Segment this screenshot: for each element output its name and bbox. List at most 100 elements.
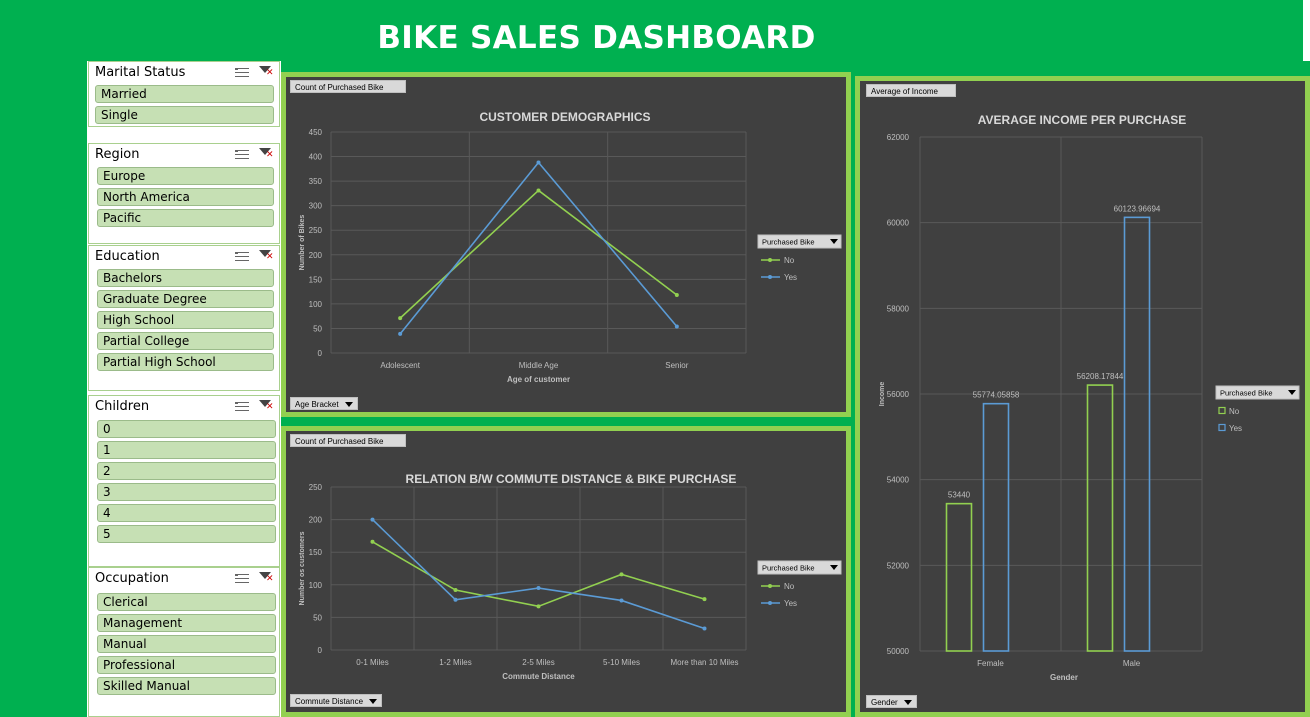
slicer-item[interactable]: North America	[97, 188, 274, 206]
y-tick-label: 58000	[887, 304, 910, 313]
y-tick-label: 200	[309, 516, 323, 525]
data-point	[619, 598, 624, 603]
slicer-item[interactable]: 2	[97, 462, 276, 480]
customer-demographics-panel: Count of Purchased Bike Age Bracket CUST…	[281, 72, 851, 417]
multi-select-icon[interactable]	[235, 572, 249, 584]
slicer-item[interactable]: Single	[95, 106, 274, 124]
x-tick-label: Middle Age	[519, 361, 559, 370]
data-point	[674, 324, 679, 329]
chart-title: RELATION B/W COMMUTE DISTANCE & BIKE PUR…	[406, 472, 737, 486]
data-label: 60123.96694	[1114, 204, 1161, 213]
legend-entry: Yes	[1229, 424, 1242, 433]
data-label: 53440	[948, 491, 971, 500]
y-tick-label: 50	[313, 613, 322, 622]
clear-filter-icon[interactable]	[259, 66, 274, 78]
x-tick-label: 2-5 Miles	[522, 658, 554, 667]
slicer-item[interactable]: 4	[97, 504, 276, 522]
y-tick-label: 150	[309, 548, 323, 557]
y-tick-label: 300	[309, 202, 323, 211]
x-tick-label: 5-10 Miles	[603, 658, 640, 667]
data-label: 55774.05858	[973, 391, 1020, 400]
slicer-toolbar	[235, 250, 274, 262]
legend-field-label: Purchased Bike	[762, 564, 815, 573]
slicer-region: Region Europe North America Pacific	[88, 143, 280, 244]
y-axis-title: Number os customers	[299, 531, 306, 605]
slicer-item[interactable]: Married	[95, 85, 274, 103]
slicer-toolbar	[235, 148, 274, 160]
slicer-item[interactable]: Bachelors	[97, 269, 274, 287]
slicer-title: Education	[95, 249, 160, 264]
y-tick-label: 400	[309, 153, 323, 162]
y-tick-label: 52000	[887, 561, 910, 570]
legend-marker	[1218, 423, 1226, 432]
slicer-item[interactable]: Skilled Manual	[97, 677, 276, 695]
y-tick-label: 100	[309, 300, 323, 309]
clear-filter-icon[interactable]	[259, 148, 274, 160]
multi-select-icon[interactable]	[235, 250, 249, 262]
y-axis-title: Income	[879, 382, 886, 407]
y-tick-label: 250	[309, 483, 323, 492]
slicer-item[interactable]: 1	[97, 441, 276, 459]
data-point	[398, 316, 403, 321]
slicer-item[interactable]: 0	[97, 420, 276, 438]
bar-yes	[982, 402, 1010, 652]
data-point	[453, 588, 458, 593]
clear-filter-icon[interactable]	[259, 400, 274, 412]
slicer-item[interactable]: Pacific	[97, 209, 274, 227]
slicer-item[interactable]: Management	[97, 614, 276, 632]
legend-entry: Yes	[784, 599, 797, 608]
slicer-toolbar	[235, 66, 274, 78]
y-tick-label: 150	[309, 275, 323, 284]
x-axis-title: Gender	[1050, 673, 1078, 682]
x-axis-title: Commute Distance	[502, 672, 575, 681]
clear-filter-icon[interactable]	[259, 572, 274, 584]
slicer-item[interactable]: Partial College	[97, 332, 274, 350]
slicer-title: Marital Status	[95, 65, 186, 80]
y-tick-label: 0	[318, 646, 323, 655]
slicer-item[interactable]: Manual	[97, 635, 276, 653]
y-tick-label: 56000	[887, 390, 910, 399]
data-point	[453, 597, 458, 602]
multi-select-icon[interactable]	[235, 66, 249, 78]
slicer-toolbar	[235, 572, 274, 584]
slicer-item[interactable]: Professional	[97, 656, 276, 674]
legend-entry: No	[784, 256, 795, 265]
x-tick-label: 1-2 Miles	[439, 658, 471, 667]
y-axis-title: Number of Bikes	[299, 215, 306, 271]
slicer-children: Children 0 1 2 3 4 5	[88, 395, 280, 567]
slicer-item[interactable]: 5	[97, 525, 276, 543]
multi-select-icon[interactable]	[235, 400, 249, 412]
data-point	[702, 597, 707, 602]
y-tick-label: 100	[309, 581, 323, 590]
multi-select-icon[interactable]	[235, 148, 249, 160]
y-tick-label: 60000	[887, 219, 910, 228]
y-tick-label: 62000	[887, 133, 910, 142]
clear-filter-icon[interactable]	[259, 250, 274, 262]
data-point	[702, 626, 707, 631]
x-tick-label: Male	[1123, 659, 1141, 668]
customer-demographics-chart: CUSTOMER DEMOGRAPHICS 0 50 100 150 200 250 300 3…	[299, 110, 842, 384]
slicer-item[interactable]: Clerical	[97, 593, 276, 611]
slicer-marital-status: Marital Status Married Single	[88, 61, 280, 127]
slicer-item[interactable]: 3	[97, 483, 276, 501]
y-tick-label: 250	[309, 226, 323, 235]
x-tick-label: More than 10 Miles	[670, 658, 738, 667]
y-tick-label: 54000	[887, 476, 910, 485]
data-label: 56208.17844	[1077, 372, 1124, 381]
slicer-item[interactable]: Europe	[97, 167, 274, 185]
bar-no	[1086, 384, 1114, 652]
bar-no	[945, 502, 973, 652]
data-point	[619, 572, 624, 577]
slicer-item[interactable]: Graduate Degree	[97, 290, 274, 308]
x-tick-label: Adolescent	[380, 361, 420, 370]
legend-marker	[1218, 406, 1226, 415]
slicer-item[interactable]: High School	[97, 311, 274, 329]
data-point	[536, 188, 541, 193]
legend-marker	[768, 584, 772, 588]
slicer-occupation: Occupation Clerical Management Manual Profes…	[88, 567, 280, 717]
data-point	[370, 539, 375, 544]
dashboard-title: BIKE SALES DASHBOARD	[377, 20, 816, 56]
y-tick-label: 0	[318, 349, 323, 358]
legend-field-label: Purchased Bike	[762, 238, 815, 247]
slicer-item[interactable]: Partial High School	[97, 353, 274, 371]
